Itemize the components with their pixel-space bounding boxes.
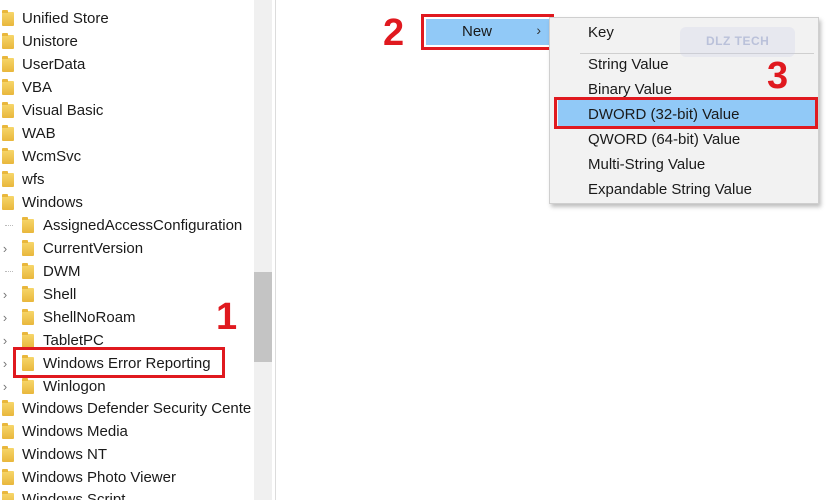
folder-icon <box>22 378 34 394</box>
folder-icon <box>2 423 14 439</box>
tree-connector <box>5 225 13 226</box>
chevron-right-icon[interactable]: › <box>0 329 10 352</box>
step-number-3: 3 <box>767 55 789 97</box>
folder-icon <box>2 400 14 416</box>
annotation-box-step-1 <box>13 347 225 378</box>
step-number-1: 1 <box>216 296 238 338</box>
tree-scrollbar-thumb[interactable] <box>254 272 272 362</box>
annotation-box-step-2 <box>421 14 554 50</box>
registry-tree: Unified Store Unistore UserData VBA Visu… <box>0 0 254 500</box>
folder-icon <box>2 491 14 500</box>
watermark-logo: DLZ TECH <box>680 27 795 57</box>
folder-icon <box>2 148 14 164</box>
menu-item-expandable-string-value[interactable]: Expandable String Value <box>588 178 752 202</box>
folder-icon <box>22 240 34 256</box>
folder-icon <box>22 217 34 233</box>
step-number-2: 2 <box>383 12 405 54</box>
watermark-text: DLZ TECH <box>706 34 770 48</box>
tree-scrollbar-track[interactable] <box>254 0 272 500</box>
folder-icon <box>2 171 14 187</box>
folder-icon <box>2 102 14 118</box>
menu-item-qword-value[interactable]: QWORD (64-bit) Value <box>588 128 740 152</box>
folder-open-icon <box>2 194 14 210</box>
chevron-right-icon[interactable]: › <box>0 306 10 329</box>
folder-icon <box>2 33 14 49</box>
folder-icon <box>2 446 14 462</box>
folder-icon <box>2 125 14 141</box>
pane-divider[interactable] <box>275 0 276 500</box>
chevron-right-icon[interactable]: › <box>0 352 10 375</box>
folder-icon <box>22 332 34 348</box>
menu-item-string-value[interactable]: String Value <box>588 53 669 77</box>
folder-icon <box>2 79 14 95</box>
chevron-right-icon[interactable]: › <box>0 283 10 306</box>
folder-icon <box>2 10 14 26</box>
chevron-right-icon[interactable]: › <box>0 237 10 260</box>
menu-item-key[interactable]: Key <box>588 21 614 45</box>
tree-connector <box>5 271 13 272</box>
folder-icon <box>22 286 34 302</box>
folder-icon <box>22 263 34 279</box>
menu-item-multi-string-value[interactable]: Multi-String Value <box>588 153 705 177</box>
folder-icon <box>22 309 34 325</box>
annotation-box-step-3 <box>554 97 818 129</box>
folder-icon <box>2 469 14 485</box>
chevron-right-icon[interactable]: › <box>0 375 10 398</box>
folder-icon <box>2 56 14 72</box>
